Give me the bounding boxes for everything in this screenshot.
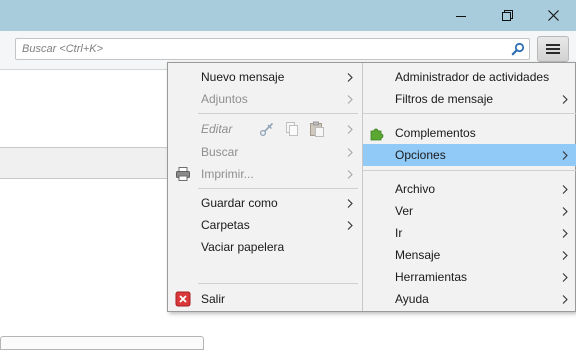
chevron-right-icon: [560, 244, 570, 266]
menu-item-label: Ir: [395, 226, 403, 240]
magnifier-icon[interactable]: [511, 42, 525, 56]
menu-item-complementos[interactable]: Complementos: [363, 122, 576, 144]
search-input[interactable]: [16, 39, 496, 59]
menu-item-label: Vaciar papelera: [201, 240, 285, 254]
menu-item-label: Adjuntos: [201, 92, 248, 106]
chevron-right-icon: [345, 88, 355, 110]
chevron-right-icon: [560, 288, 570, 310]
menu-item-carpetas[interactable]: Carpetas: [168, 214, 361, 236]
menu-separator: [363, 170, 576, 171]
app-menu-popup: Nuevo mensaje Adjuntos Editar Buscar Imp…: [167, 62, 576, 312]
title-bar: [0, 0, 576, 31]
menu-item-salir[interactable]: Salir: [168, 288, 361, 310]
paste-icon[interactable]: [309, 121, 325, 137]
menu-item-nuevo-mensaje[interactable]: Nuevo mensaje: [168, 66, 361, 88]
close-button[interactable]: [530, 0, 576, 31]
chevron-right-icon: [345, 118, 355, 140]
menu-item-label: Nuevo mensaje: [201, 70, 285, 84]
menu-item-label: Salir: [201, 292, 226, 306]
menu-item-label: Filtros de mensaje: [395, 92, 494, 106]
menu-right-column: Administrador de actividades Filtros de …: [362, 63, 576, 311]
chevron-right-icon: [345, 141, 355, 163]
menu-separator: [198, 188, 358, 189]
menu-item-label: Herramientas: [395, 270, 468, 284]
menu-item-ver[interactable]: Ver: [363, 200, 576, 222]
menu-item-filtros-de-mensaje[interactable]: Filtros de mensaje: [363, 88, 576, 110]
menu-item-imprimir[interactable]: Imprimir...: [168, 163, 361, 185]
menu-item-administrador-de-actividades[interactable]: Administrador de actividades: [363, 66, 576, 88]
menu-item-label: Administrador de actividades: [395, 70, 550, 84]
minimize-icon: [456, 15, 466, 17]
cut-icon[interactable]: [259, 121, 275, 137]
menu-item-buscar[interactable]: Buscar: [168, 141, 361, 163]
chevron-right-icon: [560, 88, 570, 110]
menu-left-column: Nuevo mensaje Adjuntos Editar Buscar Imp…: [168, 63, 361, 311]
menu-item-label: Editar: [201, 122, 233, 136]
menu-item-ir[interactable]: Ir: [363, 222, 576, 244]
menu-item-label: Buscar: [201, 145, 239, 159]
menu-item-archivo[interactable]: Archivo: [363, 178, 576, 200]
menu-item-label: Complementos: [395, 126, 476, 140]
menu-item-label: Ver: [395, 204, 414, 218]
chevron-right-icon: [345, 66, 355, 88]
menu-item-label: Mensaje: [395, 248, 441, 262]
menu-item-herramientas[interactable]: Herramientas: [363, 266, 576, 288]
menu-item-ayuda[interactable]: Ayuda: [363, 288, 576, 310]
menu-item-label: Imprimir...: [201, 167, 254, 181]
menu-separator: [198, 113, 358, 114]
menu-separator: [363, 113, 576, 114]
chevron-right-icon: [560, 144, 570, 166]
menu-item-label: Ayuda: [395, 292, 429, 306]
close-icon: [547, 10, 559, 21]
chevron-right-icon: [560, 266, 570, 288]
menu-item-label: Archivo: [395, 182, 436, 196]
chevron-right-icon: [560, 222, 570, 244]
printer-icon: [176, 167, 190, 181]
search-box: [15, 38, 530, 60]
menu-item-adjuntos[interactable]: Adjuntos: [168, 88, 361, 110]
chevron-right-icon: [345, 214, 355, 236]
menu-item-label: Opciones: [395, 148, 446, 162]
background-panel: [0, 147, 170, 179]
chevron-right-icon: [560, 200, 570, 222]
menu-item-vaciar-papelera[interactable]: Vaciar papelera: [168, 236, 361, 258]
restore-button[interactable]: [484, 0, 530, 31]
menu-item-guardar-como[interactable]: Guardar como: [168, 192, 361, 214]
puzzle-piece-icon: [370, 128, 384, 141]
menu-item-opciones[interactable]: Opciones: [363, 144, 576, 166]
menu-item-label: Guardar como: [201, 196, 278, 210]
menu-item-mensaje[interactable]: Mensaje: [363, 244, 576, 266]
menu-item-label: Carpetas: [201, 218, 250, 232]
menu-separator: [198, 283, 358, 284]
restore-icon: [501, 10, 513, 21]
chevron-right-icon: [345, 163, 355, 185]
menu-item-editar[interactable]: Editar: [168, 118, 361, 140]
chevron-right-icon: [345, 192, 355, 214]
copy-icon[interactable]: [284, 121, 300, 137]
minimize-button[interactable]: [438, 0, 484, 31]
exit-icon: [175, 291, 191, 307]
chevron-right-icon: [560, 178, 570, 200]
app-menu-button[interactable]: [537, 36, 569, 62]
